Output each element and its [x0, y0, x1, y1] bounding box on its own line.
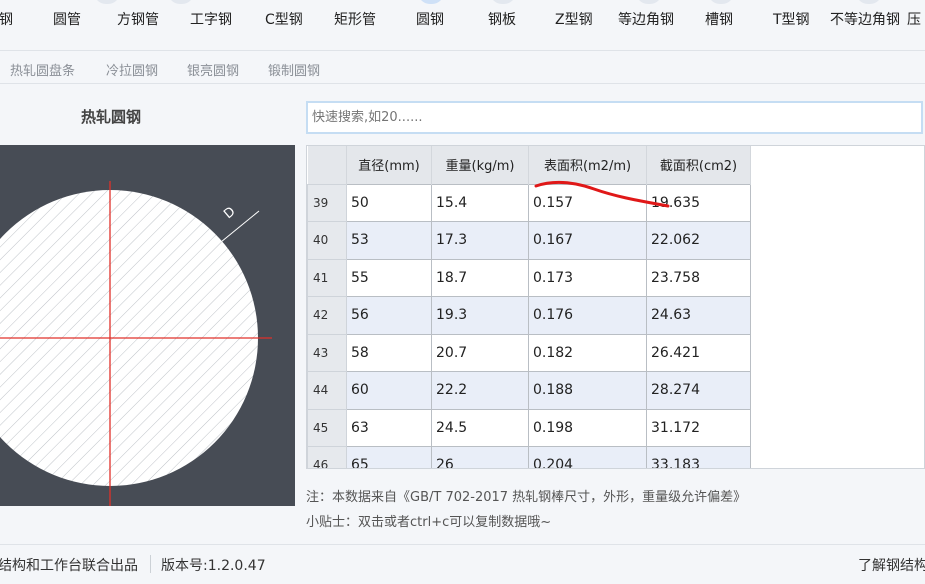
- row-number: 40: [307, 221, 347, 260]
- table-row[interactable]: 44 60 22.2 0.188 28.274: [307, 371, 751, 410]
- row-number: 46: [307, 446, 347, 468]
- footer-bar: 结构和工作台联合出品 版本号:1.2.0.47 了解钢结构: [0, 544, 925, 584]
- category-tab-indicator: [168, 0, 194, 4]
- cross-section-diagram: D: [0, 145, 295, 506]
- row-number: 42: [307, 296, 347, 335]
- category-tab-partial-right[interactable]: 压: [907, 9, 921, 29]
- category-tab-indicator: [856, 0, 882, 4]
- cell-weight[interactable]: 22.2: [431, 371, 529, 410]
- table-row[interactable]: 41 55 18.7 0.173 23.758: [307, 258, 751, 297]
- cell-section-area[interactable]: 22.062: [646, 221, 751, 260]
- tip-note: 小贴士：双击或者ctrl+c可以复制数据哦~: [306, 515, 552, 530]
- row-number: 45: [307, 408, 347, 447]
- cell-diameter[interactable]: 50: [346, 183, 432, 222]
- cell-weight[interactable]: 19.3: [431, 296, 529, 335]
- cell-surface-area[interactable]: 0.173: [528, 258, 647, 297]
- footer-learn-link[interactable]: 了解钢结构: [858, 555, 925, 575]
- category-tab-steel-plate[interactable]: 钢板: [488, 9, 516, 29]
- cell-weight[interactable]: 18.7: [431, 258, 529, 297]
- data-table: 直径(mm) 重量(kg/m) 表面积(m2/m) 截面积(cm2) 39 50…: [307, 146, 751, 468]
- category-tab-t-steel[interactable]: T型钢: [773, 9, 810, 29]
- data-table-container[interactable]: 直径(mm) 重量(kg/m) 表面积(m2/m) 截面积(cm2) 39 50…: [306, 145, 925, 469]
- cell-weight[interactable]: 24.5: [431, 408, 529, 447]
- table-row[interactable]: 39 50 15.4 0.157 19.635: [307, 183, 751, 222]
- cell-surface-area[interactable]: 0.167: [528, 221, 647, 260]
- row-number: 39: [307, 183, 347, 222]
- section-diagram-title: 热轧圆钢: [80, 108, 141, 126]
- subcategory-forged[interactable]: 锻制圆钢: [268, 60, 320, 79]
- cell-weight[interactable]: 20.7: [431, 333, 529, 372]
- category-tab-indicator: [708, 0, 734, 4]
- cell-diameter[interactable]: 55: [346, 258, 432, 297]
- column-header-diameter[interactable]: 直径(mm): [346, 146, 432, 184]
- table-row[interactable]: 43 58 20.7 0.182 26.421: [307, 333, 751, 372]
- footer-credit: 结构和工作台联合出品: [0, 558, 138, 574]
- data-source-note: 注：本数据来自《GB/T 702-2017 热轧钢棒尺寸，外形，重量级允许偏差》: [306, 490, 747, 505]
- cell-section-area[interactable]: 19.635: [646, 183, 751, 222]
- cell-surface-area[interactable]: 0.176: [528, 296, 647, 335]
- category-tab-z-steel[interactable]: Z型钢: [555, 9, 593, 29]
- category-tab-indicator: [490, 0, 516, 4]
- table-row[interactable]: 46 65 26 0.204 33.183: [307, 446, 751, 468]
- category-tab-square-pipe[interactable]: 方钢管: [117, 9, 159, 29]
- category-tab-equal-angle[interactable]: 等边角钢: [618, 9, 674, 29]
- subcategory-hot-rolled-coil[interactable]: 热轧圆盘条: [10, 60, 75, 79]
- cell-section-area[interactable]: 28.274: [646, 371, 751, 410]
- table-row[interactable]: 40 53 17.3 0.167 22.062: [307, 221, 751, 260]
- dimension-label: D: [221, 204, 238, 222]
- footer-version: 版本号:1.2.0.47: [161, 558, 266, 574]
- category-tab-rect-pipe[interactable]: 矩形管: [334, 9, 376, 29]
- row-number: 41: [307, 258, 347, 297]
- cell-diameter[interactable]: 56: [346, 296, 432, 335]
- cell-diameter[interactable]: 63: [346, 408, 432, 447]
- category-tab-indicator: [94, 0, 120, 4]
- cell-diameter[interactable]: 60: [346, 371, 432, 410]
- category-tab-c-steel[interactable]: C型钢: [265, 9, 303, 29]
- column-header-section-area[interactable]: 截面积(cm2): [646, 146, 751, 184]
- round-steel-section-svg: D: [0, 181, 272, 506]
- subcategory-bright[interactable]: 银亮圆钢: [187, 60, 239, 79]
- category-tab-channel[interactable]: 槽钢: [705, 9, 733, 29]
- table-header-row: 直径(mm) 重量(kg/m) 表面积(m2/m) 截面积(cm2): [307, 146, 751, 184]
- cell-section-area[interactable]: 23.758: [646, 258, 751, 297]
- table-row[interactable]: 45 63 24.5 0.198 31.172: [307, 408, 751, 447]
- category-tab-i-beam[interactable]: 工字钢: [190, 9, 232, 29]
- cell-section-area[interactable]: 31.172: [646, 408, 751, 447]
- row-number: 44: [307, 371, 347, 410]
- cell-weight[interactable]: 17.3: [431, 221, 529, 260]
- cell-surface-area[interactable]: 0.204: [528, 446, 647, 468]
- cell-section-area[interactable]: 26.421: [646, 333, 751, 372]
- subcategory-cold-drawn[interactable]: 冷拉圆钢: [106, 60, 158, 79]
- category-bar: 钢 圆管 方钢管 工字钢 C型钢 矩形管 圆钢 钢板 Z型钢 等边角钢 槽钢 T…: [0, 0, 925, 42]
- cell-surface-area[interactable]: 0.198: [528, 408, 647, 447]
- footer-divider: [150, 555, 151, 573]
- cell-diameter[interactable]: 65: [346, 446, 432, 468]
- table-row[interactable]: 42 56 19.3 0.176 24.63: [307, 296, 751, 335]
- subcategory-bar: 热轧圆盘条 冷拉圆钢 银亮圆钢 锻制圆钢: [0, 50, 925, 84]
- cell-section-area[interactable]: 24.63: [646, 296, 751, 335]
- row-number: 43: [307, 333, 347, 372]
- cell-surface-area[interactable]: 0.182: [528, 333, 647, 372]
- table-corner-cell: [307, 146, 347, 184]
- category-tab-round-steel[interactable]: 圆钢: [416, 9, 444, 29]
- cell-surface-area[interactable]: 0.188: [528, 371, 647, 410]
- category-tab-indicator: [636, 0, 662, 4]
- cell-diameter[interactable]: 58: [346, 333, 432, 372]
- cell-section-area[interactable]: 33.183: [646, 446, 751, 468]
- category-tab-unequal-angle[interactable]: 不等边角钢: [830, 9, 900, 29]
- cell-diameter[interactable]: 53: [346, 221, 432, 260]
- active-category-indicator: [418, 0, 444, 4]
- search-input[interactable]: [306, 101, 923, 134]
- cell-surface-area[interactable]: 0.157: [528, 183, 647, 222]
- column-header-surface-area[interactable]: 表面积(m2/m): [528, 146, 647, 184]
- category-tab-partial[interactable]: 钢: [0, 9, 13, 29]
- cell-weight[interactable]: 26: [431, 446, 529, 468]
- column-header-weight[interactable]: 重量(kg/m): [431, 146, 529, 184]
- category-tab-round-pipe[interactable]: 圆管: [53, 9, 81, 29]
- cell-weight[interactable]: 15.4: [431, 183, 529, 222]
